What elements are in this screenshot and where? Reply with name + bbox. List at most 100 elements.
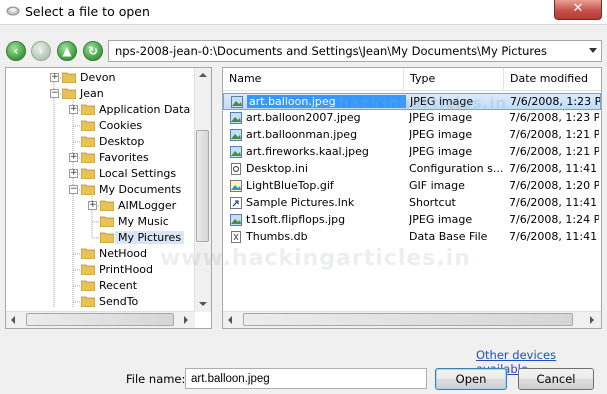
folder-icon xyxy=(81,104,95,115)
tree-item-label: My Documents xyxy=(99,183,182,196)
tree-item-label: PrintHood xyxy=(99,263,154,276)
close-button[interactable]: ✕ xyxy=(554,0,602,20)
file-date: 7/6/2008, 1:21 PM xyxy=(509,128,599,141)
expand-icon[interactable]: + xyxy=(69,153,78,162)
scroll-down-icon[interactable] xyxy=(199,302,207,306)
file-row[interactable]: Sample Pictures.lnk Shortcut 7/6/2008, 1… xyxy=(223,195,601,212)
tree-item-label: SendTo xyxy=(99,295,139,308)
tree-item-label: Application Data xyxy=(99,103,191,116)
tree-item-label: Cookies xyxy=(99,119,143,132)
up-arrow-icon: ▲ xyxy=(62,44,72,58)
collapse-icon[interactable]: − xyxy=(69,185,78,194)
database-file-icon xyxy=(231,231,241,243)
file-row[interactable]: Thumbs.db Data Base File 7/6/2008, 11:41… xyxy=(223,229,601,246)
file-date: 7/6/2008, 1:23 PM xyxy=(510,95,600,108)
open-button[interactable]: Open xyxy=(435,368,507,390)
file-row[interactable]: art.balloonman.jpeg JPEG image 7/6/2008,… xyxy=(223,127,601,144)
scroll-thumb[interactable] xyxy=(196,130,209,242)
column-type[interactable]: Type xyxy=(404,68,504,90)
forward-button[interactable]: › xyxy=(31,41,51,61)
image-file-icon xyxy=(230,214,242,226)
file-type: JPEG image xyxy=(409,128,473,141)
navigation-toolbar: ‹ › ▲ ↻ nps-2008-jean-0:\Documents and S… xyxy=(0,38,607,66)
file-list[interactable]: Name Type Date modified art.balloon.jpeg… xyxy=(222,67,602,329)
tree-horizontal-scrollbar[interactable] xyxy=(6,311,195,328)
filename-input[interactable] xyxy=(185,368,427,389)
shortcut-file-icon xyxy=(230,197,242,209)
image-file-icon xyxy=(231,96,243,108)
expand-icon[interactable]: + xyxy=(69,105,78,114)
tree-item-label: Desktop xyxy=(99,135,145,148)
folder-tree[interactable]: + Devon − Jean + Application Data Cookie… xyxy=(5,67,212,329)
folder-icon xyxy=(81,248,95,259)
scroll-right-icon[interactable] xyxy=(184,316,188,324)
window-title: Select a file to open xyxy=(25,4,150,19)
folder-icon xyxy=(62,72,76,83)
scroll-thumb[interactable] xyxy=(26,313,174,326)
refresh-icon: ↻ xyxy=(87,44,99,58)
tree-item-label: AIMLogger xyxy=(118,199,177,212)
file-name: t1soft.flipflops.jpg xyxy=(246,213,346,226)
file-row[interactable]: Desktop.ini Configuration s... 7/6/2008,… xyxy=(223,161,601,178)
collapse-icon[interactable]: − xyxy=(50,89,59,98)
title-bar: Select a file to open ✕ xyxy=(0,0,607,25)
file-row[interactable]: art.fireworks.kaal.jpeg JPEG image 7/6/2… xyxy=(223,144,601,161)
file-row[interactable]: t1soft.flipflops.jpg JPEG image 7/6/2008… xyxy=(223,212,601,229)
file-name: art.fireworks.kaal.jpeg xyxy=(246,145,369,158)
gif-file-icon xyxy=(230,180,242,192)
chevron-down-icon[interactable] xyxy=(589,48,597,53)
image-file-icon xyxy=(230,146,242,158)
folder-icon xyxy=(81,152,95,163)
column-date-modified[interactable]: Date modified xyxy=(504,68,601,90)
folder-icon xyxy=(100,200,114,211)
tree-item-label: Devon xyxy=(80,71,116,84)
folder-icon xyxy=(81,280,95,291)
folder-icon xyxy=(81,120,95,131)
scroll-left-icon[interactable] xyxy=(11,316,15,324)
folder-icon xyxy=(81,296,95,307)
folder-icon xyxy=(100,232,114,243)
folder-icon xyxy=(100,216,114,227)
image-file-icon xyxy=(230,112,242,124)
folder-icon xyxy=(81,264,95,275)
file-name: art.balloon.jpeg xyxy=(247,95,406,108)
scroll-right-icon[interactable] xyxy=(590,316,594,324)
file-date: 7/6/2008, 11:41 AM xyxy=(509,196,599,209)
file-type: GIF image xyxy=(409,179,465,192)
folder-icon xyxy=(81,184,95,195)
up-folder-button[interactable]: ▲ xyxy=(57,41,77,61)
filename-label: File name: xyxy=(126,372,186,386)
cancel-button[interactable]: Cancel xyxy=(518,368,594,390)
scroll-up-icon[interactable] xyxy=(199,73,207,77)
image-file-icon xyxy=(230,129,242,141)
back-button[interactable]: ‹ xyxy=(6,41,26,61)
file-type: Shortcut xyxy=(409,196,456,209)
filelist-horizontal-scrollbar[interactable] xyxy=(223,311,601,328)
file-type: JPEG image xyxy=(410,95,474,108)
app-icon xyxy=(6,6,20,16)
tree-item-label: Jean xyxy=(80,87,104,100)
folder-icon xyxy=(81,168,95,179)
scroll-thumb[interactable] xyxy=(243,313,573,326)
tree-item-label: Local Settings xyxy=(99,167,177,180)
folder-icon xyxy=(81,136,95,147)
expand-icon[interactable]: + xyxy=(69,169,78,178)
tree-item-label: Favorites xyxy=(99,151,149,164)
file-row[interactable]: art.balloon2007.jpeg JPEG image 7/6/2008… xyxy=(223,110,601,127)
file-name: Desktop.ini xyxy=(246,162,308,175)
folder-icon xyxy=(62,88,76,99)
file-name: art.balloonman.jpeg xyxy=(246,128,358,141)
tree-vertical-scrollbar[interactable] xyxy=(194,68,211,312)
file-row[interactable]: art.balloon.jpeg JPEG image 7/6/2008, 1:… xyxy=(223,93,601,110)
file-type: Configuration s... xyxy=(409,162,504,175)
refresh-button[interactable]: ↻ xyxy=(83,41,103,61)
expand-icon[interactable]: + xyxy=(50,73,59,82)
address-bar[interactable]: nps-2008-jean-0:\Documents and Settings\… xyxy=(108,40,602,62)
expand-icon[interactable]: + xyxy=(88,201,97,210)
column-name[interactable]: Name xyxy=(223,68,404,90)
scroll-left-icon[interactable] xyxy=(228,316,232,324)
file-row[interactable]: LightBlueTop.gif GIF image 7/6/2008, 1:2… xyxy=(223,178,601,195)
file-name: art.balloon2007.jpeg xyxy=(246,111,361,124)
file-date: 7/6/2008, 1:20 PM xyxy=(509,179,599,192)
file-date: 7/6/2008, 1:23 PM xyxy=(509,111,599,124)
